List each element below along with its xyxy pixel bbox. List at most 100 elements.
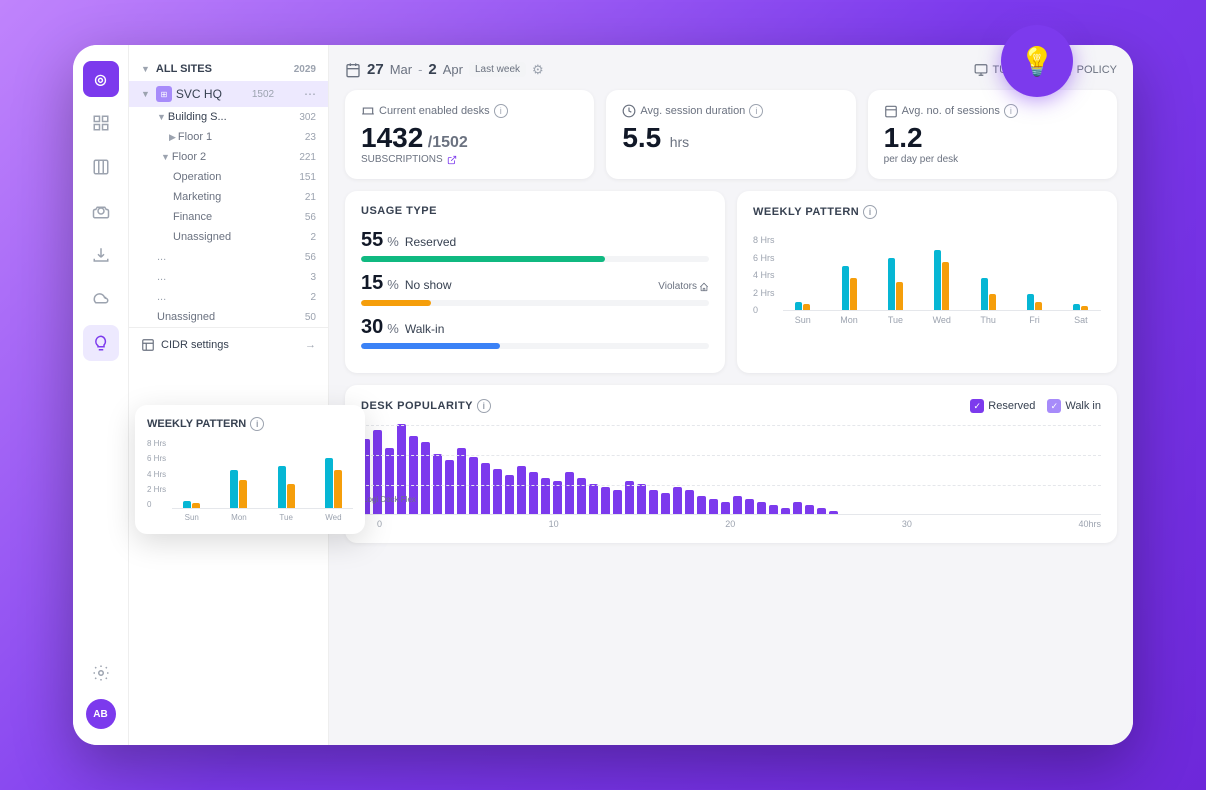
nav-floor1[interactable]: ▶ Floor 1 23 [129,127,328,147]
bar-26 [661,493,670,514]
bar-36 [781,508,790,514]
usage-reserved-row: 55 % Reserved [361,229,709,262]
nav-svc-hq[interactable]: ▼ ⊞ SVC HQ 1502 ⋯ [129,81,328,107]
settings-gear-icon[interactable]: ⚙ [532,62,544,78]
all-sites-label: ALL SITES [156,63,212,75]
reserved-label: Reserved [405,235,456,249]
bar-14 [517,466,526,514]
legend-reserved: ✓ Reserved [970,399,1035,413]
popup-chart-wrapper: 8 Hrs 6 Hrs 4 Hrs 2 Hrs 0 [147,439,353,522]
sidebar-icon-download[interactable] [83,237,119,273]
duration-info-icon: i [749,104,763,118]
bar-34 [757,502,766,514]
noshow-bar-fill [361,300,431,306]
unassigned-count: 2 [310,232,316,243]
nav-panel: ▼ ALL SITES 2029 ▼ ⊞ SVC HQ 1502 ⋯ ▼ Bui… [129,45,329,745]
bar-13 [505,475,514,514]
grid-20 [361,455,1101,456]
mon-walkin-bar [850,278,857,310]
unassigned-label: Unassigned [173,231,231,243]
popup-sun [172,439,211,508]
sidebar-logo[interactable]: ◎ [83,61,119,97]
y-axis-labels: 8 Hrs 6 Hrs 4 Hrs 2 Hrs 0 [753,235,775,315]
logo-icon: ◎ [94,71,106,88]
noshow-label: No show [405,278,452,292]
walkin-bar-fill [361,343,500,349]
chevron-all-sites: ▼ [141,64,150,74]
sidebar-icon-lightbulb[interactable] [83,325,119,361]
weekly-col-thu [968,231,1008,310]
sidebar-icon-layers[interactable] [83,105,119,141]
svc-hq-menu[interactable]: ⋯ [304,87,316,101]
reserved-bar-fill [361,256,605,262]
main-card: ◎ AB [73,45,1133,745]
bar-11 [481,463,490,514]
weekly-popup-title: WEEKLY PATTERN i [147,417,353,431]
all-sites-count: 2029 [294,64,316,75]
weekly-pattern-panel: WEEKLY PATTERN i 8 Hrs 6 Hrs 4 Hrs 2 Hrs… [737,191,1117,373]
bar-16 [541,478,550,514]
bar-40 [829,511,838,514]
subscriptions-link[interactable]: SUBSCRIPTIONS [361,154,578,165]
weekly-info-icon: i [863,205,877,219]
bar-7 [433,454,442,514]
usage-noshow-row: 15 % No show Violators [361,272,709,306]
tue-reserved-bar [888,258,895,310]
legend-walkin: ✓ Walk in [1047,399,1101,413]
nav-extra-2[interactable]: ... 3 [129,267,328,287]
weekly-col-tue [875,231,915,310]
nav-floor2[interactable]: ▼ Floor 2 221 [129,147,328,167]
bar-38 [805,505,814,514]
sidebar-icon-building[interactable] [83,149,119,185]
bar-19 [577,478,586,514]
sun-reserved-bar [795,302,802,310]
weekly-col-sat [1061,231,1101,310]
reserved-checkbox[interactable]: ✓ [970,399,984,413]
sidebar-icon-camera[interactable] [83,193,119,229]
lightbulb-badge[interactable]: 💡 [1001,25,1073,97]
x-label-thu: Thu [968,315,1008,325]
date-start-month: Mar [390,62,412,77]
walkin-checkbox[interactable]: ✓ [1047,399,1061,413]
all-sites-header: ▼ ALL SITES 2029 [129,57,328,81]
sidebar-icon-cloud[interactable] [83,281,119,317]
user-avatar[interactable]: AB [86,699,116,729]
wed-reserved-bar [934,250,941,310]
cidr-settings[interactable]: CIDR settings → [129,327,328,362]
tue-walkin-bar [896,282,903,310]
nav-extra-1[interactable]: ... 56 [129,247,328,267]
bar-28 [685,490,694,514]
weekly-pattern-popup: WEEKLY PATTERN i 8 Hrs 6 Hrs 4 Hrs 2 Hrs… [135,405,365,534]
reserved-bar-bg [361,256,709,262]
nav-finance[interactable]: Finance 56 [129,207,328,227]
x-label-sat: Sat [1061,315,1101,325]
svc-hq-label: SVC HQ [176,87,222,101]
cidr-label: CIDR settings [161,339,229,351]
bar-3 [385,448,394,514]
nav-building-s[interactable]: ▼ Building S... 302 [129,107,328,127]
stat-card-desks: Current enabled desks i 1432 /1502 SUBSC… [345,90,594,179]
bar-29 [697,496,706,514]
x-label-wed: Wed [922,315,962,325]
walkin-pct: 30 [361,316,383,339]
thu-walkin-bar [989,294,996,310]
marketing-label: Marketing [173,191,221,203]
marketing-count: 21 [305,192,316,203]
wed-walkin-bar [942,262,949,310]
nav-marketing[interactable]: Marketing 21 [129,187,328,207]
bar-21 [601,487,610,514]
weekly-x-labels: Sun Mon Tue Wed Thu Fri Sat [783,315,1101,325]
desk-pop-chart: 30 20 10 Logi Dock Flex [361,425,1101,529]
bar-39 [817,508,826,514]
violators-link[interactable]: Violators [658,281,709,292]
sidebar-settings-icon[interactable] [83,655,119,691]
period-badge: Last week [469,62,526,77]
desk-pop-title: DESK POPULARITY i [361,399,491,413]
nav-extra-3[interactable]: ... 2 [129,287,328,307]
nav-operation[interactable]: Operation 151 [129,167,328,187]
stat-card-duration: Avg. session duration i 5.5 hrs [606,90,855,179]
weekly-col-mon [829,231,869,310]
nav-unassigned[interactable]: Unassigned 2 [129,227,328,247]
sessions-info-icon: i [1004,104,1018,118]
nav-unassigned-2[interactable]: Unassigned 50 [129,307,328,327]
